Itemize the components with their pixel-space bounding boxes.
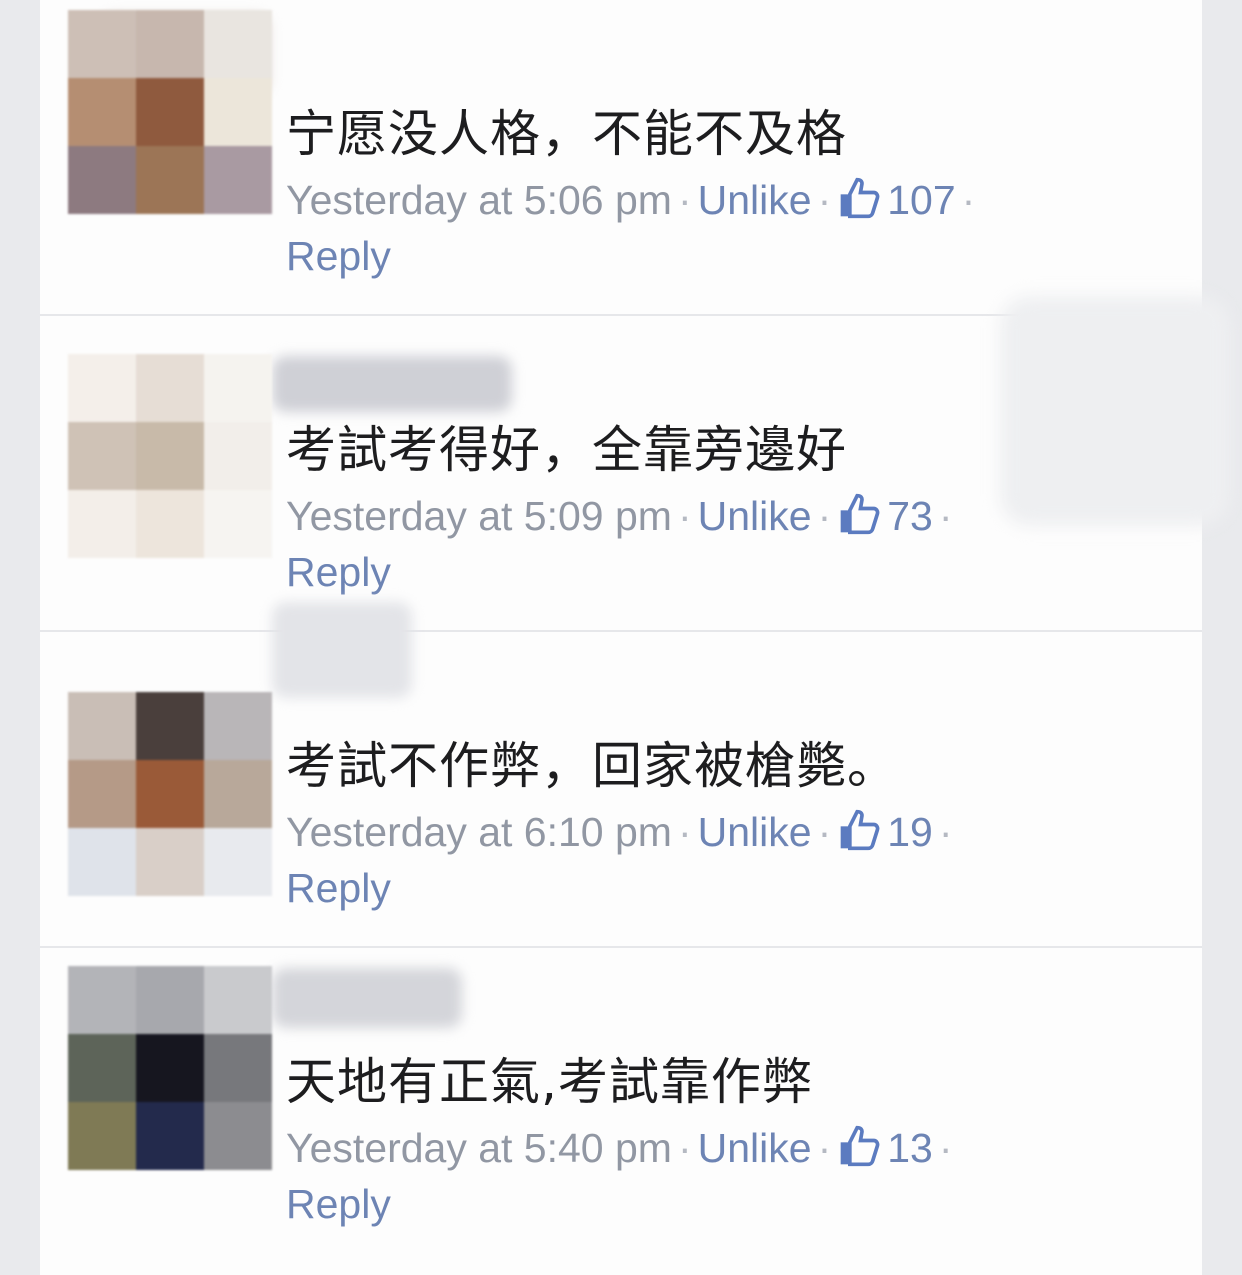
avatar-pixel [68, 1034, 136, 1102]
avatar-pixel [204, 692, 272, 760]
avatar-pixel [68, 146, 136, 214]
comment-meta: Yesterday at 6:10 pm · Unlike · 19 · [286, 809, 953, 855]
reply-link[interactable]: Reply [286, 544, 958, 600]
avatar-pixel [68, 490, 136, 558]
avatar-pixel [136, 828, 204, 896]
avatar-pixel [136, 966, 204, 1034]
avatar-pixel [68, 828, 136, 896]
thumbs-up-icon [840, 1125, 880, 1167]
comment-list: 宁愿没人格，不能不及格 Yesterday at 5:06 pm · Unlike ·… [40, 0, 1230, 1275]
avatar-pixel [136, 692, 204, 760]
comment-meta: Yesterday at 5:09 pm · Unlike · 73 · [286, 493, 953, 539]
avatar-pixel [204, 422, 272, 490]
avatar-pixel [136, 146, 204, 214]
comment-meta: Yesterday at 5:06 pm · Unlike · 107 · [286, 177, 976, 223]
avatar-pixel [68, 1102, 136, 1170]
avatar[interactable] [68, 10, 272, 214]
reply-link[interactable]: Reply [286, 1176, 958, 1232]
avatar-pixel [136, 490, 204, 558]
blurred-name [272, 968, 462, 1028]
avatar-pixel [68, 966, 136, 1034]
avatar-pixel [136, 10, 204, 78]
avatar-pixel [68, 78, 136, 146]
avatar-pixel [68, 10, 136, 78]
avatar-pixel [68, 354, 136, 422]
avatar-pixel [204, 1034, 272, 1102]
avatar-pixel [136, 1034, 204, 1102]
comment-text: 宁愿没人格，不能不及格 [286, 105, 847, 163]
avatar[interactable] [68, 354, 272, 558]
comment-body: 天地有正氣,考試靠作弊 Yesterday at 5:40 pm · Unlike ·… [286, 1052, 958, 1232]
unlike-link[interactable]: Unlike [698, 1125, 812, 1171]
avatar-pixel [204, 490, 272, 558]
comments-screenshot: 宁愿没人格，不能不及格 Yesterday at 5:06 pm · Unlike ·… [0, 0, 1242, 1275]
comment-item: 考試考得好，全靠旁邊好 Yesterday at 5:09 pm · Unlike ·… [40, 296, 1230, 632]
comment-timestamp[interactable]: Yesterday at 5:40 pm [286, 1125, 672, 1171]
avatar-pixel [204, 78, 272, 146]
comment-text: 考試考得好，全靠旁邊好 [286, 421, 847, 479]
avatar-pixel [204, 966, 272, 1034]
comment-text: 天地有正氣,考試靠作弊 [286, 1053, 813, 1111]
unlike-link[interactable]: Unlike [698, 493, 812, 539]
comment-item: 考試不作弊，回家被槍斃。 Yesterday at 6:10 pm · Unlike… [40, 602, 1202, 948]
avatar-pixel [204, 354, 272, 422]
comment-timestamp[interactable]: Yesterday at 6:10 pm [286, 809, 672, 855]
thumbs-up-icon [840, 177, 880, 219]
avatar-pixel [204, 760, 272, 828]
like-count[interactable]: 19 [887, 809, 933, 855]
avatar[interactable] [68, 692, 272, 896]
comment-timestamp[interactable]: Yesterday at 5:09 pm [286, 493, 672, 539]
avatar-pixel [136, 354, 204, 422]
avatar-pixel [204, 10, 272, 78]
blurred-name [272, 356, 512, 412]
avatar-pixel [68, 760, 136, 828]
avatar-pixel [136, 760, 204, 828]
avatar-pixel [68, 422, 136, 490]
avatar-pixel [136, 78, 204, 146]
comment-item: 宁愿没人格，不能不及格 Yesterday at 5:06 pm · Unlike ·… [40, 0, 1202, 316]
avatar-pixel [136, 422, 204, 490]
unlike-link[interactable]: Unlike [698, 809, 812, 855]
comment-item: 天地有正氣,考試靠作弊 Yesterday at 5:40 pm · Unlike ·… [40, 948, 1202, 1262]
unlike-link[interactable]: Unlike [698, 177, 812, 223]
avatar-pixel [204, 146, 272, 214]
comment-meta: Yesterday at 5:40 pm · Unlike · 13 · [286, 1125, 953, 1171]
reply-link[interactable]: Reply [286, 228, 981, 284]
blurred-name [272, 602, 412, 698]
avatar-pixel [204, 828, 272, 896]
comment-text: 考試不作弊，回家被槍斃。 [286, 737, 898, 795]
avatar-pixel [68, 692, 136, 760]
comment-body: 考試考得好，全靠旁邊好 Yesterday at 5:09 pm · Unlike ·… [286, 420, 958, 600]
thumbs-up-icon [840, 493, 880, 535]
comment-body: 宁愿没人格，不能不及格 Yesterday at 5:06 pm · Unlike ·… [286, 104, 981, 284]
like-count[interactable]: 107 [887, 177, 955, 223]
thumbs-up-icon [840, 809, 880, 851]
like-count[interactable]: 73 [887, 493, 933, 539]
comment-timestamp[interactable]: Yesterday at 5:06 pm [286, 177, 672, 223]
like-count[interactable]: 13 [887, 1125, 933, 1171]
comment-body: 考試不作弊，回家被槍斃。 Yesterday at 6:10 pm · Unlike… [286, 736, 958, 916]
avatar[interactable] [68, 966, 272, 1170]
reply-link[interactable]: Reply [286, 860, 958, 916]
avatar-pixel [136, 1102, 204, 1170]
avatar-pixel [204, 1102, 272, 1170]
